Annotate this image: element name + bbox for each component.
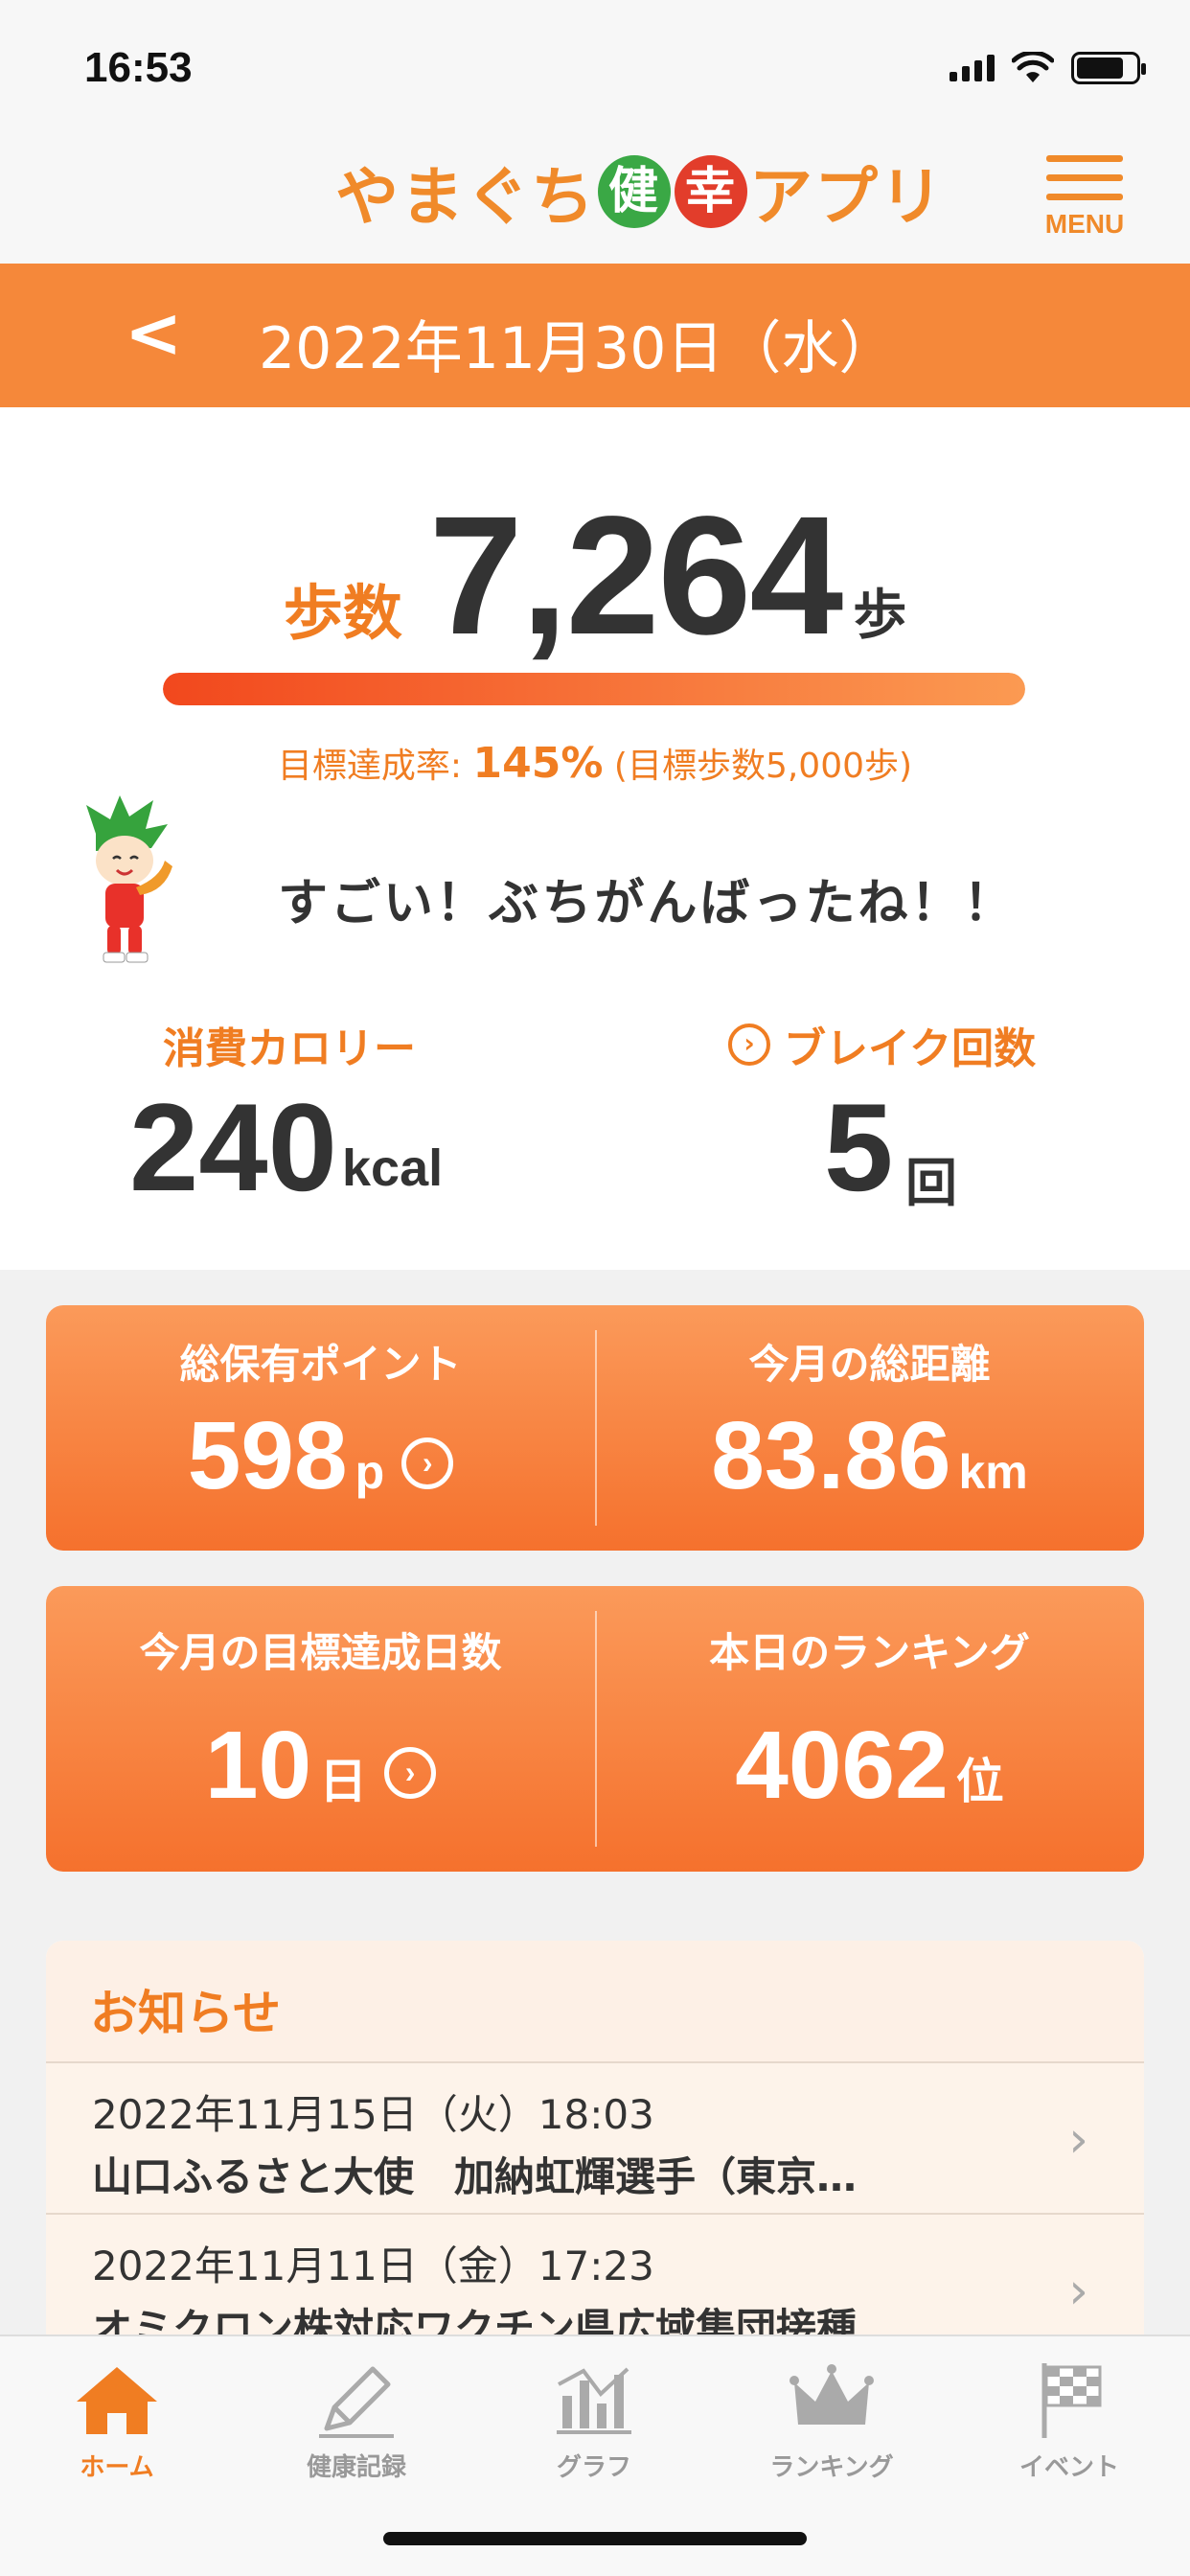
ranking-label: 本日のランキング (709, 1629, 1030, 1676)
points-value-row: 598 p › (46, 1401, 595, 1511)
steps-value: 7,264 (428, 482, 843, 670)
tab-health-record-label: 健康記録 (306, 2453, 406, 2482)
goal-ranking-card: 今月の目標達成日数 10 日 › 本日のランキング 4062 位 (46, 1586, 1144, 1872)
steps-label: 歩数 (283, 578, 402, 648)
goal-steps-note: (目標歩数5,000歩) (613, 747, 913, 786)
chevron-right-icon: › (1068, 2263, 1088, 2320)
distance-value: 83.86 (711, 1402, 951, 1509)
distance-value-row: 83.86 km (595, 1401, 1144, 1511)
status-bar: 16:53 (0, 0, 1190, 134)
tab-home-label: ホーム (80, 2453, 154, 2482)
points-cell[interactable]: 総保有ポイント 598 p › (46, 1305, 595, 1551)
points-distance-card: 総保有ポイント 598 p › 今月の総距離 83.86 km (46, 1305, 1144, 1551)
tab-home[interactable]: ホーム (21, 2354, 213, 2483)
steps-progress-fill (163, 673, 1025, 705)
news-item[interactable]: 2022年11月11日（金）17:23 オミクロン株対応ワクチン県広域集団接種…… (46, 2215, 1144, 2343)
previous-day-button[interactable]: < (125, 292, 182, 373)
tab-ranking-label: ランキング (769, 2453, 894, 2482)
distance-unit: km (958, 1445, 1028, 1499)
steps-progress-bar (163, 673, 1025, 705)
wifi-icon (1012, 52, 1054, 82)
calories-unit: kcal (342, 1139, 444, 1197)
pencil-icon (319, 2366, 394, 2438)
points-label: 総保有ポイント (179, 1341, 462, 1388)
menu-button[interactable]: MENU (1027, 155, 1142, 251)
news-panel: お知らせ 2022年11月15日（火）18:03 山口ふるさと大使 加納虹輝選手… (46, 1941, 1144, 2343)
breaks-label: ブレイク回数 (784, 1024, 1037, 1073)
news-item-date: 2022年11月15日（火）18:03 (92, 2091, 654, 2138)
ranking-value-row: 4062 位 (595, 1711, 1144, 1821)
news-heading: お知らせ (46, 1941, 1144, 2063)
crown-icon (790, 2364, 874, 2425)
circle-chevron-right-icon: › (384, 1747, 437, 1799)
status-icons (950, 52, 1146, 84)
steps-summary: 歩数 7,264 歩 (0, 479, 1190, 670)
hamburger-icon (1027, 155, 1142, 200)
flag-icon (1041, 2363, 1102, 2438)
logo-kanji-kou: 幸 (675, 155, 747, 228)
home-icon (77, 2367, 157, 2434)
goal-days-cell[interactable]: 今月の目標達成日数 10 日 › (46, 1586, 595, 1872)
tab-event-label: イベント (1018, 2453, 1119, 2482)
goal-rate-label: 目標達成率: (277, 747, 463, 786)
ranking-cell: 本日のランキング 4062 位 (595, 1586, 1144, 1872)
date-bar: < 2022年11月30日（水） (0, 264, 1190, 407)
calories-label: 消費カロリー (163, 1024, 416, 1073)
circle-chevron-right-icon: › (401, 1438, 454, 1489)
goal-days-value: 10 (204, 1712, 312, 1819)
news-item-title: 山口ふるさと大使 加納虹輝選手（東京… (92, 2153, 858, 2200)
news-item[interactable]: 2022年11月15日（火）18:03 山口ふるさと大使 加納虹輝選手（東京… … (46, 2063, 1144, 2215)
calories-value: 240 (129, 1077, 337, 1217)
logo-kanji-ken: 健 (598, 155, 671, 228)
mascot-character-image (86, 795, 172, 963)
logo-text-post: アプリ (749, 160, 945, 234)
goal-days-label: 今月の目標達成日数 (139, 1629, 502, 1676)
tab-event[interactable]: イベント (973, 2354, 1165, 2483)
distance-label: 今月の総距離 (748, 1341, 991, 1388)
status-time: 16:53 (84, 44, 193, 91)
tab-health-record[interactable]: 健康記録 (261, 2354, 452, 2483)
current-date: 2022年11月30日（水） (259, 315, 897, 382)
goal-rate-value: 145% (472, 739, 604, 788)
breaks-value: 5 (824, 1077, 894, 1217)
app-logo: やまぐち 健 幸 アプリ (335, 149, 945, 235)
breaks-link[interactable]: › ブレイク回数 (728, 1014, 1036, 1075)
news-item-date: 2022年11月11日（金）17:23 (92, 2242, 654, 2289)
distance-cell: 今月の総距離 83.86 km (595, 1305, 1144, 1551)
circle-chevron-right-icon: › (728, 1024, 770, 1066)
menu-label: MENU (1044, 209, 1125, 239)
logo-text-pre: やまぐち (335, 160, 596, 234)
ranking-value: 4062 (735, 1712, 949, 1819)
points-value: 598 (187, 1402, 348, 1509)
goal-days-value-row: 10 日 › (46, 1711, 595, 1821)
goal-days-unit: 日 (319, 1755, 368, 1808)
battery-icon (1071, 52, 1146, 84)
encouragement-message: すごい！ぶちがんばったね！！ (278, 875, 1017, 932)
points-unit: p (355, 1445, 385, 1499)
goal-rate-row: 目標達成率: 145% (目標歩数5,000歩) (0, 738, 1190, 788)
chevron-right-icon: › (1068, 2111, 1088, 2169)
steps-unit: 歩 (853, 585, 907, 647)
tab-graph-label: グラフ (556, 2453, 631, 2482)
chart-icon (557, 2367, 631, 2434)
cellular-signal-icon (950, 55, 995, 81)
ranking-unit: 位 (955, 1755, 1004, 1808)
tab-graph[interactable]: グラフ (498, 2354, 690, 2483)
home-indicator (383, 2532, 807, 2545)
breaks-unit: 回 (905, 1155, 957, 1212)
tab-ranking[interactable]: ランキング (736, 2354, 927, 2483)
app-header: やまぐち 健 幸 アプリ MENU (0, 134, 1190, 264)
